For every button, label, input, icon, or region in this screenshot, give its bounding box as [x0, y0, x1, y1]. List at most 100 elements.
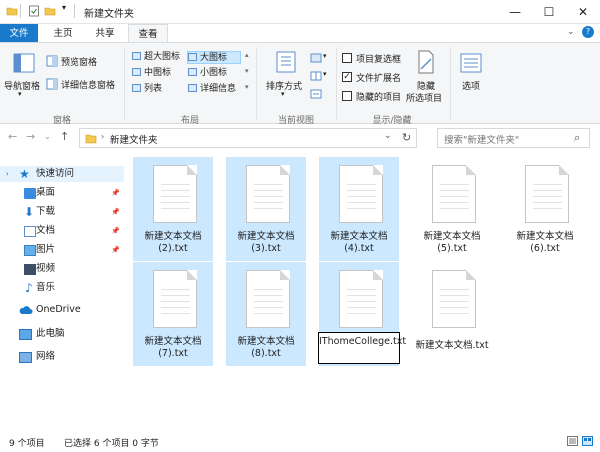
file-item[interactable]: 新建文本文档 (2).txt: [133, 157, 213, 261]
back-icon[interactable]: ←: [8, 130, 17, 143]
chevron-down-icon[interactable]: ▾: [323, 70, 327, 78]
nav-item-videos[interactable]: 视频: [0, 261, 124, 277]
layout-extra-large-icons[interactable]: 超大图标: [132, 51, 180, 64]
group-by-icon[interactable]: [310, 53, 322, 63]
expand-layout-icon[interactable]: ▾: [245, 83, 249, 91]
item-checkboxes-checkbox[interactable]: [342, 53, 352, 63]
tab-share[interactable]: 共享: [86, 24, 124, 43]
file-name: 新建文本文档 (6).txt: [516, 231, 574, 254]
nav-item-onedrive[interactable]: OneDrive: [0, 302, 124, 318]
navigation-pane-label[interactable]: 导航窗格: [4, 79, 40, 92]
minimize-button[interactable]: —: [498, 0, 532, 24]
layout-small-icons[interactable]: 小图标: [188, 67, 227, 80]
hide-selected-label-line2[interactable]: 所选项目: [406, 91, 442, 104]
nav-item-desktop[interactable]: 桌面 📌: [0, 185, 124, 201]
title-divider: [74, 4, 75, 18]
address-dropdown-icon[interactable]: ⌄: [384, 131, 392, 141]
item-checkboxes-label[interactable]: 项目复选框: [356, 52, 401, 65]
rename-input[interactable]: IThomeCollege.txt: [318, 332, 406, 364]
nav-item-music[interactable]: ♪ 音乐: [0, 280, 124, 296]
large-icons-icon: [188, 53, 197, 61]
nav-item-downloads[interactable]: ⬇ 下载 📌: [0, 204, 124, 220]
details-pane-button[interactable]: 详细信息窗格: [61, 78, 115, 91]
tab-file[interactable]: 文件: [0, 24, 38, 43]
forward-icon[interactable]: →: [26, 130, 35, 143]
search-icon[interactable]: ⌕: [574, 131, 580, 145]
breadcrumb-chevron-icon[interactable]: ›: [101, 132, 104, 141]
tab-view[interactable]: 查看: [128, 24, 168, 43]
nav-item-documents[interactable]: 文档 📌: [0, 223, 124, 239]
pin-icon[interactable]: 📌: [111, 204, 120, 220]
desktop-icon: [24, 188, 36, 199]
sort-by-icon[interactable]: [274, 49, 298, 75]
nav-item-this-pc[interactable]: 此电脑: [0, 326, 124, 342]
layout-details[interactable]: 详细信息: [188, 83, 236, 96]
scroll-down-icon[interactable]: ▾: [245, 67, 249, 75]
size-columns-icon[interactable]: [310, 89, 322, 99]
file-item[interactable]: 新建文本文档 (4).txt: [319, 157, 399, 261]
star-icon: ★: [19, 167, 30, 181]
file-item[interactable]: 新建文本文档 (3).txt: [226, 157, 306, 261]
file-extensions-checkbox[interactable]: ✓: [342, 72, 352, 82]
chevron-down-icon[interactable]: ▾: [18, 90, 22, 98]
tab-home[interactable]: 主页: [44, 24, 82, 43]
details-pane-icon[interactable]: [46, 78, 58, 90]
search-placeholder: 搜索"新建文件夹": [444, 135, 520, 146]
folder-icon: [85, 134, 97, 144]
chevron-down-icon[interactable]: ▾: [281, 90, 285, 98]
navigation-pane-icon[interactable]: [12, 51, 36, 75]
breadcrumb-current[interactable]: 新建文件夹: [110, 132, 158, 146]
small-icons-icon: [188, 68, 197, 76]
layout-large-icons[interactable]: 大图标: [187, 51, 241, 64]
folder-app-icon[interactable]: [6, 5, 18, 17]
pin-icon[interactable]: 📌: [111, 242, 120, 258]
layout-list[interactable]: 列表: [132, 83, 162, 96]
nav-item-quick-access[interactable]: › ★ 快速访问: [0, 166, 124, 182]
pin-icon[interactable]: 📌: [111, 185, 120, 201]
hidden-items-checkbox[interactable]: [342, 91, 352, 101]
text-file-icon: [339, 270, 383, 328]
close-button[interactable]: ✕: [566, 0, 600, 24]
refresh-icon[interactable]: ↻: [402, 131, 411, 144]
file-item[interactable]: 新建文本文档.txt: [412, 262, 492, 366]
file-item[interactable]: 新建文本文档 (7).txt: [133, 262, 213, 366]
document-icon: [24, 226, 36, 237]
large-icons-view-icon[interactable]: [582, 436, 593, 446]
hidden-items-label[interactable]: 隐藏的项目: [356, 90, 401, 103]
file-extensions-label[interactable]: 文件扩展名: [356, 71, 401, 84]
add-columns-icon[interactable]: [310, 71, 322, 81]
chevron-down-icon[interactable]: ▾: [323, 52, 327, 60]
qat-dropdown-icon[interactable]: ▾: [62, 3, 74, 15]
options-button[interactable]: 选项: [462, 79, 480, 92]
text-file-icon: [525, 165, 569, 223]
file-item[interactable]: 新建文本文档 (8).txt: [226, 262, 306, 366]
text-file-icon: [432, 270, 476, 328]
nav-item-pictures[interactable]: 图片 📌: [0, 242, 124, 258]
up-icon[interactable]: ↑: [60, 130, 69, 143]
properties-icon[interactable]: [28, 5, 40, 17]
maximize-button[interactable]: ☐: [532, 0, 566, 24]
nav-item-network[interactable]: 网络: [0, 349, 124, 365]
ribbon-tabs: 文件 主页 共享 查看 ⌄ ?: [0, 24, 600, 43]
address-box[interactable]: › 新建文件夹 ⌄ ↻: [79, 128, 417, 148]
options-icon[interactable]: [459, 51, 483, 75]
hide-selected-items-icon[interactable]: [415, 49, 437, 75]
new-folder-icon[interactable]: [44, 5, 56, 17]
expand-arrow-icon[interactable]: ›: [6, 166, 9, 182]
file-item[interactable]: 新建文本文档 (5).txt: [412, 157, 492, 261]
group-divider: [450, 47, 451, 121]
file-name: 新建文本文档 (3).txt: [237, 231, 295, 254]
file-item[interactable]: 新建文本文档 (6).txt: [505, 157, 585, 261]
scroll-up-icon[interactable]: ▴: [245, 51, 249, 59]
details-view-icon[interactable]: [567, 436, 578, 446]
preview-pane-button[interactable]: 预览窗格: [61, 55, 97, 68]
help-icon[interactable]: ?: [582, 26, 594, 38]
search-input[interactable]: 搜索"新建文件夹" ⌕: [437, 128, 590, 148]
address-bar-row: ← → ⌄ ↑ › 新建文件夹 ⌄ ↻ 搜索"新建文件夹" ⌕: [0, 124, 600, 152]
text-file-icon: [153, 270, 197, 328]
recent-locations-icon[interactable]: ⌄: [44, 132, 51, 141]
pin-icon[interactable]: 📌: [111, 223, 120, 239]
collapse-ribbon-icon[interactable]: ⌄: [567, 27, 575, 37]
layout-medium-icons[interactable]: 中图标: [132, 67, 171, 80]
preview-pane-icon[interactable]: [46, 55, 58, 67]
